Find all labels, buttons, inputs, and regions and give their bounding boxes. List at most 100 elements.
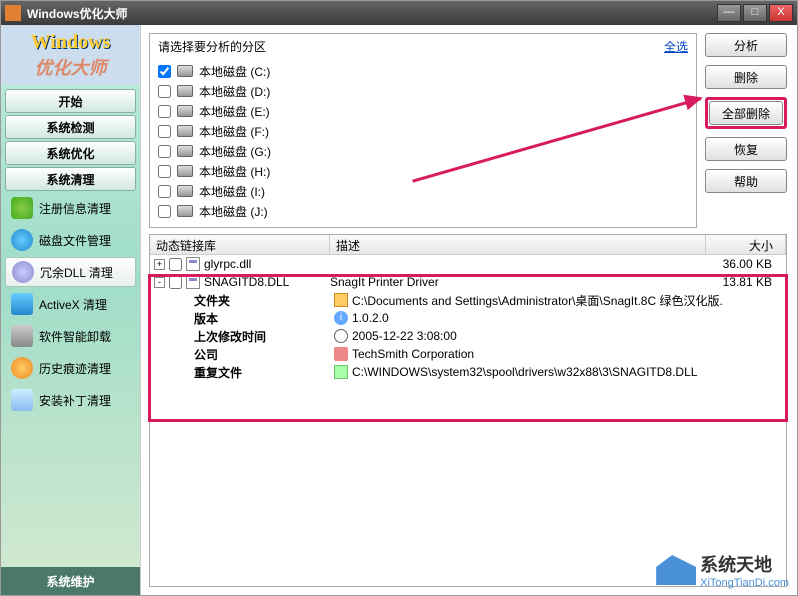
detail-folder-value: C:\Documents and Settings\Administrator\… [352,292,786,309]
item-checkbox[interactable] [169,258,182,271]
drive-icon [177,125,193,137]
maximize-button[interactable]: □ [743,4,767,22]
content-area: 请选择要分析的分区 全选 本地磁盘 (C:) 本地磁盘 (D:)本地磁盘 (E:)… [141,25,797,595]
patch-icon [11,389,33,411]
window-controls: — □ X [717,4,793,22]
sidebar-item-registry[interactable]: 注册信息清理 [5,193,136,223]
drive-icon [177,85,193,97]
sidebar-item-label: 磁盘文件管理 [39,232,111,249]
drive-icon [177,145,193,157]
watermark: 系统天地 XiTongTianDi.com [656,551,789,589]
detail-mtime-label: 上次修改时间 [194,328,334,345]
drive-checkbox[interactable] [158,85,171,98]
nav-group-clean[interactable]: 系统清理 [5,167,136,191]
list-item[interactable]: - SNAGITD8.DLL SnagIt Printer Driver 13.… [150,273,786,291]
logo: Windows 优化大师 [1,25,140,85]
sidebar-item-patch[interactable]: 安装补丁清理 [5,385,136,415]
registry-icon [11,197,33,219]
drive-row[interactable]: 本地磁盘 (J:) [158,201,688,221]
drive-row[interactable]: 本地磁盘 (I:) [158,181,688,201]
sidebar-item-label: 安装补丁清理 [39,392,111,409]
sidebar-item-label: 冗余DLL 清理 [40,264,113,281]
detail-company-label: 公司 [194,346,334,363]
watermark-url: XiTongTianDi.com [700,577,789,589]
sidebar-item-label: ActiveX 清理 [39,296,107,313]
drive-row[interactable]: 本地磁盘 (D:) [158,81,688,101]
drive-icon [177,205,193,217]
item-name: glyrpc.dll [204,257,251,271]
partition-prompt: 请选择要分析的分区 [158,38,266,55]
company-icon [334,347,348,361]
select-all-link[interactable]: 全选 [664,38,688,55]
drive-label: 本地磁盘 (D:) [199,83,270,100]
nav-group-optimize[interactable]: 系统优化 [5,141,136,165]
sidebar-item-uninstall[interactable]: 软件智能卸载 [5,321,136,351]
activex-icon [11,293,33,315]
drive-icon [177,185,193,197]
detail-dup-label: 重复文件 [194,364,334,381]
sidebar-item-disk[interactable]: 磁盘文件管理 [5,225,136,255]
expand-icon[interactable]: + [154,259,165,270]
drive-label: 本地磁盘 (G:) [199,143,271,160]
drive-checkbox[interactable] [158,125,171,138]
minimize-button[interactable]: — [717,4,741,22]
disk-icon [11,229,33,251]
drive-row[interactable]: 本地磁盘 (H:) [158,161,688,181]
sidebar: Windows 优化大师 开始 系统检测 系统优化 系统清理 注册信息清理 磁盘… [1,25,141,595]
drive-label: 本地磁盘 (J:) [199,203,268,220]
nav-group-detect[interactable]: 系统检测 [5,115,136,139]
item-name: SNAGITD8.DLL [204,275,289,289]
drive-row[interactable]: 本地磁盘 (C:) [158,61,688,81]
item-details: 文件夹 C:\Documents and Settings\Administra… [150,291,786,381]
dll-icon [186,275,200,289]
sidebar-item-label: 注册信息清理 [39,200,111,217]
drive-label: 本地磁盘 (C:) [199,63,270,80]
sidebar-item-label: 历史痕迹清理 [39,360,111,377]
detail-company-value: TechSmith Corporation [352,347,786,361]
list-item[interactable]: + glyrpc.dll 36.00 KB [150,255,786,273]
info-icon: i [334,311,348,325]
detail-folder-label: 文件夹 [194,292,334,309]
drive-icon [177,105,193,117]
dll-list-panel: 动态链接库 描述 大小 + glyrpc.dll 36.00 KB - SNAG… [149,234,787,587]
drive-checkbox[interactable] [158,165,171,178]
sidebar-item-activex[interactable]: ActiveX 清理 [5,289,136,319]
drive-label: 本地磁盘 (H:) [199,163,270,180]
sidebar-item-label: 软件智能卸载 [39,328,111,345]
duplicate-icon [334,365,348,379]
drive-checkbox[interactable] [158,185,171,198]
nav-maintenance[interactable]: 系统维护 [1,567,140,595]
drive-checkbox[interactable] [158,205,171,218]
col-name[interactable]: 动态链接库 [150,235,330,254]
drive-checkbox[interactable] [158,145,171,158]
col-size[interactable]: 大小 [706,235,786,254]
partition-panel: 请选择要分析的分区 全选 本地磁盘 (C:) 本地磁盘 (D:)本地磁盘 (E:)… [149,33,697,228]
folder-icon [334,293,348,307]
drive-checkbox[interactable] [158,105,171,118]
collapse-icon[interactable]: - [154,277,165,288]
col-desc[interactable]: 描述 [330,235,706,254]
restore-button[interactable]: 恢复 [705,137,787,161]
action-buttons: 分析 删除 全部删除 恢复 帮助 [705,33,787,228]
sidebar-item-dll[interactable]: 冗余DLL 清理 [5,257,136,287]
watermark-icon [656,555,696,585]
help-button[interactable]: 帮助 [705,169,787,193]
app-title: Windows优化大师 [27,5,717,22]
drive-checkbox[interactable] [158,65,171,78]
drive-row[interactable]: 本地磁盘 (E:) [158,101,688,121]
analyze-button[interactable]: 分析 [705,33,787,57]
history-icon [11,357,33,379]
detail-dup-value: C:\WINDOWS\system32\spool\drivers\w32x88… [352,365,786,379]
delete-all-button[interactable]: 全部删除 [709,101,783,125]
detail-version-label: 版本 [194,310,334,327]
drive-label: 本地磁盘 (I:) [199,183,265,200]
item-checkbox[interactable] [169,276,182,289]
drive-row[interactable]: 本地磁盘 (G:) [158,141,688,161]
nav-start[interactable]: 开始 [5,89,136,113]
close-button[interactable]: X [769,4,793,22]
drive-row[interactable]: 本地磁盘 (F:) [158,121,688,141]
delete-button[interactable]: 删除 [705,65,787,89]
sidebar-item-history[interactable]: 历史痕迹清理 [5,353,136,383]
dll-icon [186,257,200,271]
software-icon [11,325,33,347]
